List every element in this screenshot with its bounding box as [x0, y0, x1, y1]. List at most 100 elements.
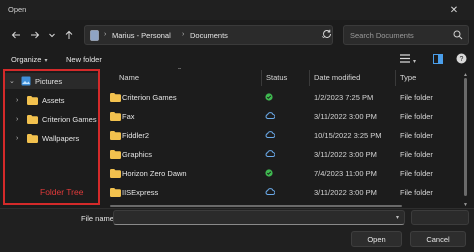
file-name-input[interactable]: ▾: [113, 210, 405, 225]
tree-item-assets[interactable]: › Assets: [5, 92, 98, 108]
window-title: Open: [8, 5, 27, 14]
file-name: Graphics: [122, 150, 153, 159]
view-options-button[interactable]: ▾: [400, 54, 416, 65]
folder-icon: [27, 115, 38, 124]
folder-icon-wrap: [110, 169, 121, 180]
cloud-status-icon: [265, 131, 276, 138]
folder-icon-wrap: [110, 188, 121, 199]
file-date-modified: 3/11/2022 3:00 PM: [314, 150, 377, 159]
back-button[interactable]: [8, 27, 24, 43]
chevron-down-icon[interactable]: ⌄: [9, 77, 15, 85]
file-type: File folder: [400, 169, 433, 178]
command-bar: Organize ▾ New folder ▾ ?: [0, 50, 474, 70]
file-name: Horizon Zero Dawn: [122, 169, 187, 178]
search-box[interactable]: Search Documents: [343, 25, 469, 45]
organize-label: Organize: [11, 55, 42, 64]
folder-icon: [110, 188, 121, 197]
close-icon: ✕: [449, 4, 459, 16]
file-status: [265, 169, 273, 179]
cancel-button[interactable]: Cancel: [410, 231, 466, 247]
chevron-right-icon[interactable]: ›: [16, 116, 18, 123]
navigation-bar: › Marius - Personal › Documents ⌄ Search…: [0, 20, 474, 50]
new-folder-button[interactable]: New folder: [66, 55, 102, 64]
tree-item-wallpapers[interactable]: › Wallpapers: [5, 130, 98, 146]
file-row[interactable]: Criterion Games 1/2/2023 7:25 PM File fold…: [104, 88, 466, 106]
horizontal-scroll-thumb[interactable]: [110, 205, 402, 207]
file-status: [265, 93, 273, 103]
preview-pane-icon: [433, 54, 443, 64]
breadcrumb-current[interactable]: Documents: [190, 31, 228, 40]
file-row[interactable]: Graphics 3/11/2022 3:00 PM File folder: [104, 145, 466, 163]
sort-ascending-icon: ⌃: [177, 68, 183, 74]
file-date-modified: 7/4/2023 11:00 PM: [314, 169, 377, 178]
file-type: File folder: [400, 188, 433, 197]
column-status[interactable]: Status: [266, 73, 287, 82]
column-date-modified[interactable]: Date modified: [314, 73, 360, 82]
file-status: [265, 188, 276, 197]
file-name-label: File name:: [81, 214, 117, 223]
up-button[interactable]: [61, 27, 77, 43]
file-type-select[interactable]: [411, 210, 469, 225]
close-button[interactable]: ✕: [434, 0, 474, 20]
column-divider[interactable]: [395, 70, 396, 86]
tree-item-criterion-games[interactable]: › Criterion Games: [5, 111, 98, 127]
column-divider[interactable]: [309, 70, 310, 86]
breadcrumb-separator: ›: [104, 31, 107, 38]
forward-button[interactable]: [27, 27, 43, 43]
file-row[interactable]: IISExpress 3/11/2022 3:00 PM File folder: [104, 183, 466, 201]
file-name: Fiddler2: [122, 131, 150, 140]
caret-down-icon: ▾: [413, 59, 417, 65]
file-name: Fax: [122, 112, 135, 121]
new-folder-label: New folder: [66, 55, 102, 64]
file-name: IISExpress: [122, 188, 159, 197]
open-button-label: Open: [367, 234, 386, 244]
file-row[interactable]: Fax 3/11/2022 3:00 PM File folder: [104, 107, 466, 125]
folder-icon: [110, 93, 121, 102]
caret-down-icon: ▾: [44, 58, 48, 64]
chevron-right-icon[interactable]: ›: [16, 135, 18, 142]
file-status: [265, 150, 276, 159]
organize-menu[interactable]: Organize ▾: [11, 55, 47, 64]
arrow-up-icon: [65, 30, 73, 39]
file-status: [265, 112, 276, 121]
refresh-icon: [323, 29, 331, 38]
address-bar[interactable]: › Marius - Personal › Documents ⌄: [84, 25, 333, 45]
folder-icon: [110, 131, 121, 140]
preview-pane-button[interactable]: [433, 54, 443, 66]
file-date-modified: 1/2/2023 7:25 PM: [314, 93, 374, 102]
tree-item-pictures[interactable]: ⌄ Pictures: [5, 73, 98, 89]
file-date-modified: 10/15/2022 3:25 PM: [314, 131, 382, 140]
chevron-down-icon: [49, 33, 55, 38]
file-status: [265, 131, 276, 140]
folder-icon-wrap: [110, 93, 121, 104]
synced-status-icon: [265, 169, 273, 177]
column-headers: ⌃ Name Status Date modified Type: [104, 68, 466, 86]
breadcrumb-root[interactable]: Marius - Personal: [112, 31, 171, 40]
file-type: File folder: [400, 150, 433, 159]
help-button[interactable]: ?: [456, 53, 467, 66]
svg-text:?: ?: [460, 56, 464, 63]
arrow-right-icon: [31, 31, 40, 39]
open-button[interactable]: Open: [351, 231, 402, 247]
dialog-footer: File name: ▾ Open Cancel: [0, 208, 474, 252]
cancel-button-label: Cancel: [426, 234, 450, 244]
pictures-icon: [21, 76, 31, 86]
folder-tree-annotation: Folder Tree: [40, 187, 84, 197]
file-row[interactable]: Horizon Zero Dawn 7/4/2023 11:00 PM File f…: [104, 164, 466, 182]
chevron-down-icon[interactable]: ▾: [396, 214, 399, 221]
column-name[interactable]: Name: [119, 73, 139, 82]
folder-icon-wrap: [110, 150, 121, 161]
recent-locations-button[interactable]: [44, 27, 60, 43]
column-divider[interactable]: [261, 70, 262, 86]
column-type[interactable]: Type: [400, 73, 416, 82]
folder-tree-pane: ⌄ Pictures › Assets › Criterion Games › …: [3, 69, 100, 205]
refresh-button[interactable]: [322, 29, 332, 41]
tree-item-label: Wallpapers: [42, 133, 80, 143]
document-icon: [90, 30, 99, 41]
breadcrumb-separator: ›: [182, 31, 185, 38]
list-view-icon: [400, 54, 410, 63]
scroll-thumb[interactable]: [464, 78, 467, 196]
chevron-right-icon[interactable]: ›: [16, 97, 18, 104]
vertical-scrollbar[interactable]: ▲ ▼: [463, 72, 469, 208]
file-row[interactable]: Fiddler2 10/15/2022 3:25 PM File folder: [104, 126, 466, 144]
